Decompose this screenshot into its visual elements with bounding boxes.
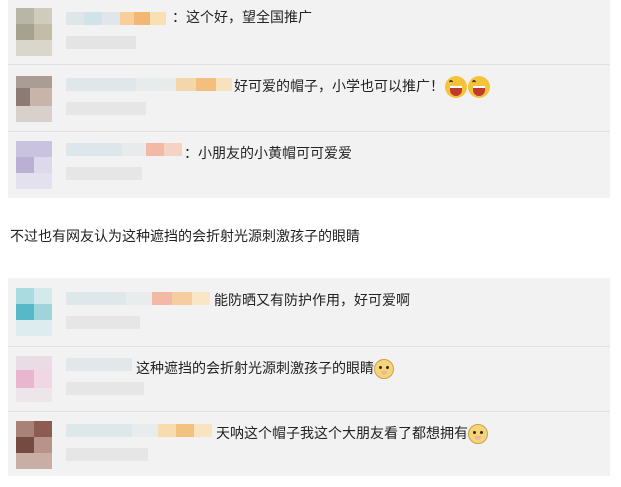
avatar[interactable] — [16, 421, 52, 469]
avatar[interactable] — [16, 8, 52, 56]
comment-panel-bottom: 能防晒又有防护作用，好可爱啊 这种遮挡的会折射光源刺激孩子的眼睛 天呐这个帽子我… — [8, 278, 610, 476]
divider — [8, 131, 610, 132]
comment-item: 好可爱的帽子，小学也可以推广！ — [8, 66, 610, 130]
comment-text: 天呐这个帽子我这个大朋友看了都想拥有 — [216, 424, 488, 444]
divider — [8, 346, 610, 347]
username-blurred[interactable] — [66, 424, 212, 437]
username-blurred[interactable] — [66, 143, 182, 156]
comment-item: 能防晒又有防护作用，好可爱啊 — [8, 278, 610, 344]
username-blurred[interactable] — [66, 292, 210, 305]
comment-text-body: 天呐这个帽子我这个大朋友看了都想拥有 — [216, 426, 468, 442]
comment-item: 这种遮挡的会折射光源刺激孩子的眼睛 — [8, 348, 610, 410]
avatar[interactable] — [16, 288, 52, 336]
username-blurred[interactable] — [66, 78, 232, 91]
doge-face-icon — [374, 359, 394, 379]
comment-text: 好可爱的帽子，小学也可以推广！ — [234, 76, 490, 98]
laughing-face-icon — [445, 76, 467, 98]
username-blurred[interactable] — [66, 358, 132, 371]
meta-blurred — [66, 102, 146, 115]
divider — [8, 64, 610, 65]
comment-text-body: 好可爱的帽子，小学也可以推广！ — [234, 79, 444, 95]
body-paragraph: 不过也有网友认为这种遮挡的会折射光源刺激孩子的眼睛 — [10, 229, 360, 245]
comment-text: ：小朋友的小黄帽可可爱爱 — [184, 146, 352, 162]
avatar[interactable] — [16, 356, 52, 402]
comment-item: ：小朋友的小黄帽可可爱爱 — [8, 133, 610, 195]
doge-face-icon — [468, 424, 488, 444]
laughing-face-icon — [468, 76, 490, 98]
meta-blurred — [66, 382, 144, 395]
comment-item: 天呐这个帽子我这个大朋友看了都想拥有 — [8, 413, 610, 475]
comment-text: 能防晒又有防护作用，好可爱啊 — [214, 293, 410, 309]
meta-blurred — [66, 448, 148, 461]
comment-panel-top: ：这个好，望全国推广 好可爱的帽子，小学也可以推广！ ：小朋友的小黄帽可可爱爱 — [8, 0, 610, 198]
comment-item: ：这个好，望全国推广 — [8, 0, 610, 62]
comment-text-body: 这种遮挡的会折射光源刺激孩子的眼睛 — [136, 361, 374, 377]
avatar[interactable] — [16, 141, 52, 189]
meta-blurred — [66, 167, 142, 180]
comment-text: 这种遮挡的会折射光源刺激孩子的眼睛 — [136, 359, 394, 379]
comment-text: ：这个好，望全国推广 — [172, 10, 312, 26]
avatar[interactable] — [16, 76, 52, 122]
username-blurred[interactable] — [66, 12, 166, 25]
meta-blurred — [66, 316, 140, 329]
meta-blurred — [66, 36, 136, 49]
divider — [8, 411, 610, 412]
